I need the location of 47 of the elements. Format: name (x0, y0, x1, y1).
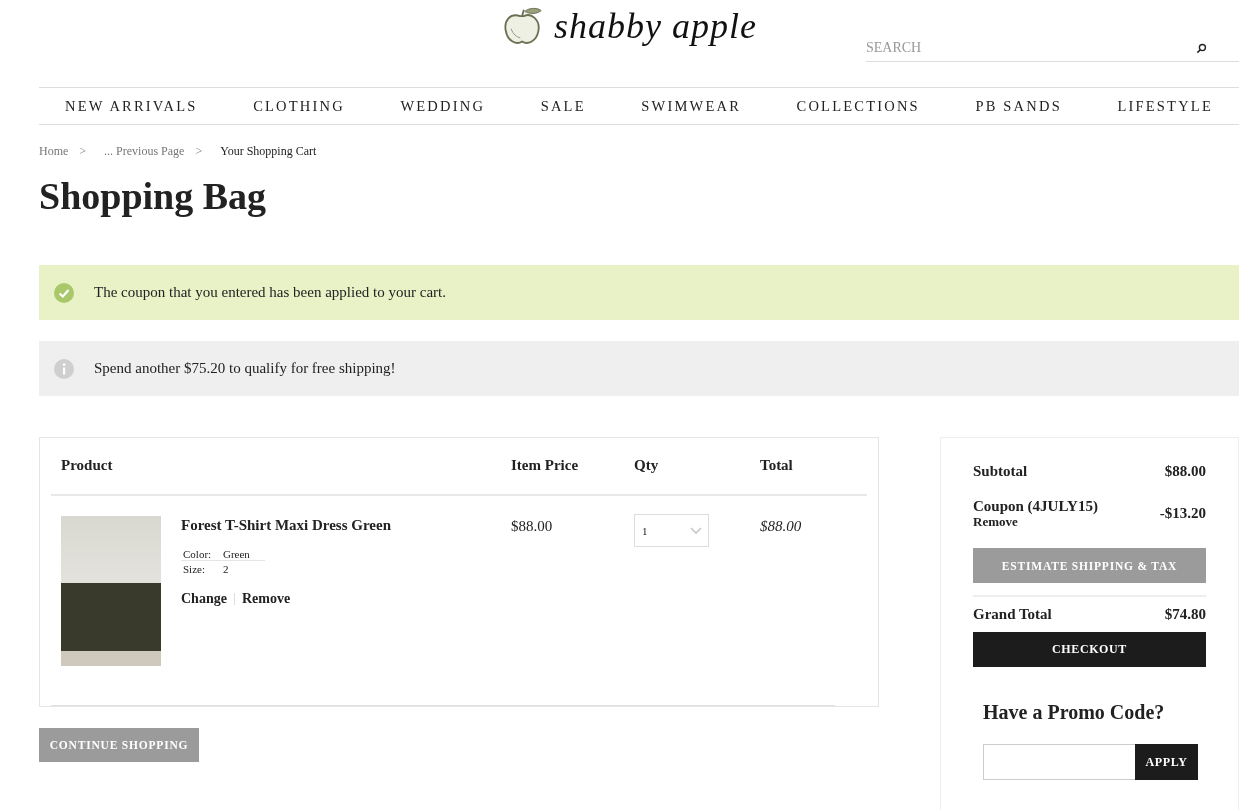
breadcrumb-link[interactable]: Home (39, 143, 69, 159)
item-price: $88.00 (511, 517, 554, 536)
alert-message: The coupon that you entered has been applied to your cart. (94, 284, 446, 301)
option-label: Size: (182, 563, 206, 575)
breadcrumb-separator: > (79, 143, 87, 159)
check-icon (54, 282, 74, 303)
quantity-dropdown[interactable]: 1 (634, 514, 709, 547)
option-value: Green (223, 548, 265, 561)
nav-link[interactable]: SALE (540, 97, 586, 115)
nav-link[interactable]: PB SANDS (975, 97, 1062, 115)
breadcrumb-current: Your Shopping Cart (220, 143, 317, 159)
summary-value: -$13.20 (1159, 504, 1206, 522)
option-label: Color: (181, 548, 223, 561)
remove-coupon-link[interactable]: Remove (973, 515, 1098, 528)
page-heading: Shopping Bag (39, 174, 268, 219)
summary-value: $74.80 (1164, 606, 1206, 623)
nav-link[interactable]: LIFESTYLE (1117, 97, 1213, 115)
nav-link[interactable]: CLOTHING (253, 97, 345, 115)
product-name[interactable]: Forest T-Shirt Maxi Dress Green (181, 517, 391, 534)
column-header: Qty (634, 456, 660, 475)
nav-link[interactable]: COLLECTIONS (796, 97, 920, 115)
promo-code-field[interactable] (983, 744, 1135, 780)
column-header: Item Price (511, 456, 580, 475)
nav-link[interactable]: NEW ARRIVALS (65, 97, 198, 115)
apply-button[interactable]: APPLY (1135, 744, 1198, 780)
column-header: Product (60, 456, 114, 475)
summary-label: Grand Total (973, 606, 1052, 623)
search-field[interactable]: SEARCH (866, 40, 1196, 56)
chevron-down-icon[interactable] (690, 526, 702, 535)
search-icon[interactable] (1196, 42, 1207, 54)
alert-message: Spend another $75.20 to qualify for free shipping! (94, 360, 396, 377)
column-header: Total (760, 456, 794, 475)
summary-label: Subtotal (973, 463, 1028, 480)
item-action-link[interactable]: Change (181, 591, 227, 607)
option-value: 2 (223, 563, 230, 575)
breadcrumb-link[interactable]: ... Previous Page (104, 143, 185, 159)
logo[interactable]: shabby apple (500, 0, 866, 54)
summary-label: Coupon (4JULY15) (973, 498, 1098, 515)
nav-link[interactable]: SWIMWEAR (641, 97, 741, 115)
info-icon (54, 358, 74, 379)
checkout-button[interactable]: CHECKOUT (973, 632, 1206, 667)
promo-heading: Have a Promo Code? (983, 701, 1166, 724)
summary-value: $88.00 (1164, 463, 1206, 480)
breadcrumb-separator: > (195, 143, 203, 159)
nav-link[interactable]: WEDDING (400, 97, 486, 115)
item-total: $88.00 (760, 517, 803, 536)
item-action-link[interactable]: Remove (241, 591, 291, 607)
